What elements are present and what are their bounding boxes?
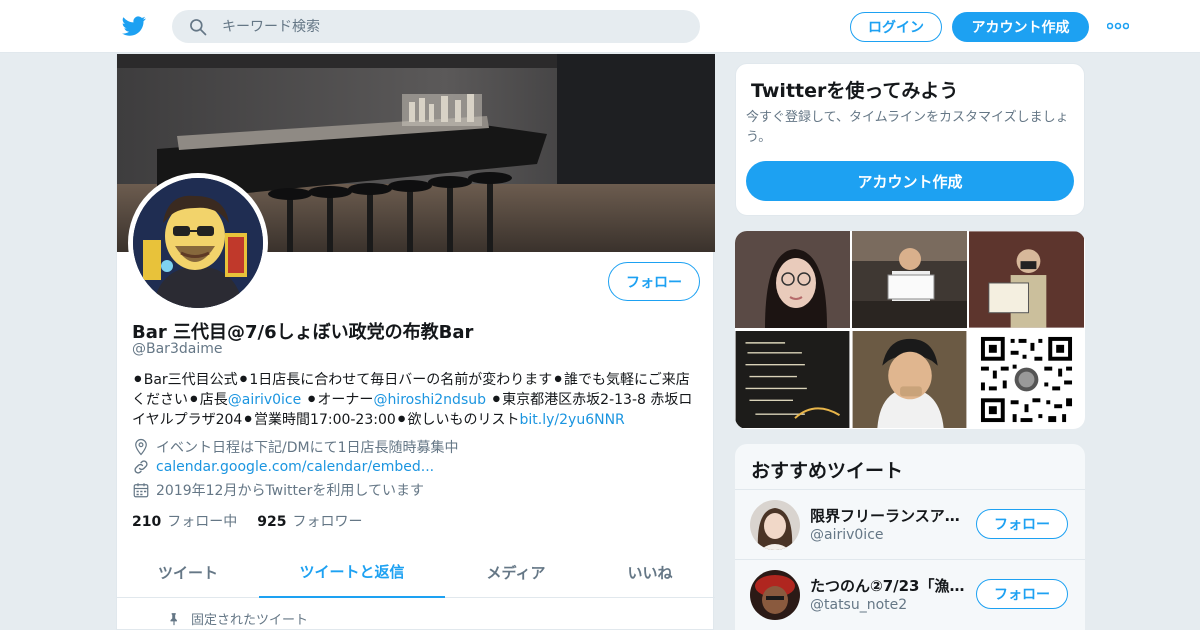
search-box[interactable] [172, 10, 700, 43]
profile-joined: 2019年12月からTwitterを利用しています [132, 480, 424, 500]
profile-bio: ⚫Bar三代目公式⚫1日店長に合わせて毎日バーの名前が変わります⚫誰でも気軽にご… [132, 370, 700, 430]
pinned-label: 固定されたツイート [191, 613, 309, 628]
bio-wishlist-link[interactable]: bit.ly/2yu6NNR [520, 412, 625, 428]
signup-button[interactable]: アカウント作成 [952, 12, 1089, 42]
following-label: フォロー中 [167, 514, 238, 530]
bio-mention-manager[interactable]: @airiv0ice [228, 392, 302, 408]
profile-website: calendar.google.com/calendar/embed... [132, 458, 434, 476]
more-dots-icon[interactable] [1107, 20, 1129, 32]
location-pin-icon [135, 438, 147, 456]
followers-count: 925 [257, 514, 287, 530]
profile-stats: 210 フォロー中 925 フォロワー [132, 511, 362, 531]
user-handle[interactable]: @airiv0ice [810, 527, 884, 543]
calendar-icon [133, 483, 149, 498]
signup-prompt-title: Twitterを使ってみよう [751, 80, 959, 102]
media-thumbnail[interactable] [735, 331, 850, 428]
tab-tweets-and-replies[interactable]: ツイートと返信 [259, 546, 445, 598]
tab-media[interactable]: メディア [445, 546, 587, 598]
media-thumbnail[interactable] [852, 331, 967, 428]
media-thumbnail[interactable] [852, 231, 967, 328]
pin-icon [170, 612, 177, 625]
user-avatar[interactable] [750, 570, 800, 620]
recommended-user-row[interactable]: 限界フリーランスア… @airiv0ice フォロー [735, 489, 1085, 559]
bio-mention-owner[interactable]: @hiroshi2ndsub [373, 392, 486, 408]
follow-user-button[interactable]: フォロー [976, 579, 1068, 609]
user-display-name[interactable]: たつのん②7/23「漁… [810, 575, 970, 596]
search-icon [190, 19, 207, 36]
link-icon [134, 460, 148, 474]
qr-code-image[interactable] [969, 331, 1084, 428]
user-display-name[interactable]: 限界フリーランスア… [810, 505, 970, 526]
login-button[interactable]: ログイン [850, 12, 942, 42]
tab-likes[interactable]: いいね [587, 546, 713, 598]
recommended-tweets-panel: おすすめツイート 限界フリーランスア… @airiv0ice フォロー たつのん… [735, 444, 1085, 630]
following-count: 210 [132, 514, 162, 530]
pinned-tweet-header: 固定されたツイート [167, 609, 308, 628]
profile-location: イベント日程は下記/DMにて1日店長随時募集中 [132, 437, 458, 457]
followers-label: フォロワー [292, 514, 363, 530]
profile-tabs: ツイート ツイートと返信 メディア いいね [117, 546, 715, 598]
twitter-bird-icon[interactable] [121, 14, 147, 38]
recommended-title: おすすめツイート [751, 460, 904, 482]
profile-card: フォロー Bar 三代目@7/6しょぼい政党の布教Bar @Bar3daime … [116, 54, 715, 630]
user-avatar[interactable] [750, 500, 800, 550]
follow-button[interactable]: フォロー [608, 262, 700, 301]
media-thumbnail[interactable] [969, 231, 1084, 328]
location-text: イベント日程は下記/DMにて1日店長随時募集中 [156, 440, 459, 456]
signup-prompt-text: 今すぐ登録して、タイムラインをカスタマイズしましょう。 [746, 110, 1069, 145]
profile-avatar[interactable] [128, 173, 268, 313]
profile-handle[interactable]: @Bar3daime [132, 341, 222, 357]
media-thumbnail[interactable] [735, 231, 850, 328]
create-account-button[interactable]: アカウント作成 [746, 161, 1074, 201]
joined-text: 2019年12月からTwitterを利用しています [156, 483, 424, 499]
tab-tweets[interactable]: ツイート [117, 546, 259, 598]
top-navigation-bar: ログイン アカウント作成 [0, 0, 1200, 53]
search-input[interactable] [222, 10, 682, 43]
signup-prompt-card: Twitterを使ってみよう 今すぐ登録して、タイムラインをカスタマイズしましょ… [735, 63, 1085, 216]
recommended-user-row[interactable]: たつのん②7/23「漁… @tatsu_note2 フォロー [735, 559, 1085, 629]
user-handle[interactable]: @tatsu_note2 [810, 597, 907, 613]
follow-user-button[interactable]: フォロー [976, 509, 1068, 539]
bio-text: ⚫オーナー [301, 392, 374, 408]
media-gallery [735, 231, 1085, 429]
following-stat[interactable]: 210 フォロー中 [132, 511, 237, 531]
website-link[interactable]: calendar.google.com/calendar/embed... [156, 459, 434, 475]
followers-stat[interactable]: 925 フォロワー [257, 511, 362, 531]
